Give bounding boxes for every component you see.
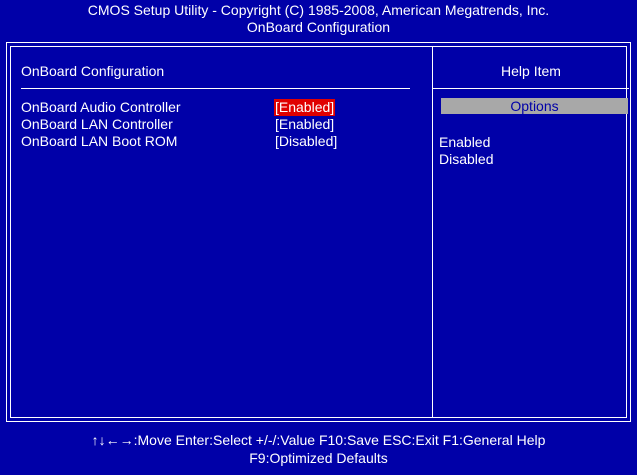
key-help-line-2: F9:Optimized Defaults <box>249 450 388 466</box>
setting-value-audio-controller[interactable]: [Enabled] <box>274 99 336 116</box>
main-frame-inner: OnBoard Configuration OnBoard Audio Cont… <box>10 46 629 418</box>
option-disabled[interactable]: Disabled <box>439 151 493 168</box>
setting-value-lan-boot-rom[interactable]: [Disabled] <box>274 133 338 150</box>
settings-panel-separator <box>21 88 410 89</box>
option-enabled[interactable]: Enabled <box>439 134 490 151</box>
app-title-bar: CMOS Setup Utility - Copyright (C) 1985-… <box>0 2 637 36</box>
app-title: CMOS Setup Utility - Copyright (C) 1985-… <box>87 2 550 18</box>
setting-label-lan-boot-rom[interactable]: OnBoard LAN Boot ROM <box>21 133 177 150</box>
help-panel-title: Help Item <box>501 63 561 79</box>
setting-label-audio-controller[interactable]: OnBoard Audio Controller <box>21 99 181 116</box>
panel-divider <box>432 47 433 417</box>
setting-label-lan-controller[interactable]: OnBoard LAN Controller <box>21 116 173 133</box>
main-frame: OnBoard Configuration OnBoard Audio Cont… <box>6 42 631 422</box>
setting-value-lan-controller[interactable]: [Enabled] <box>274 116 335 133</box>
page-title: OnBoard Configuration <box>246 19 391 35</box>
help-panel-separator <box>433 88 629 89</box>
options-header: Options <box>441 98 628 114</box>
settings-panel-title: OnBoard Configuration <box>21 63 165 79</box>
key-help-line-1: ↑↓←→:Move Enter:Select +/-/:Value F10:Sa… <box>91 432 546 448</box>
